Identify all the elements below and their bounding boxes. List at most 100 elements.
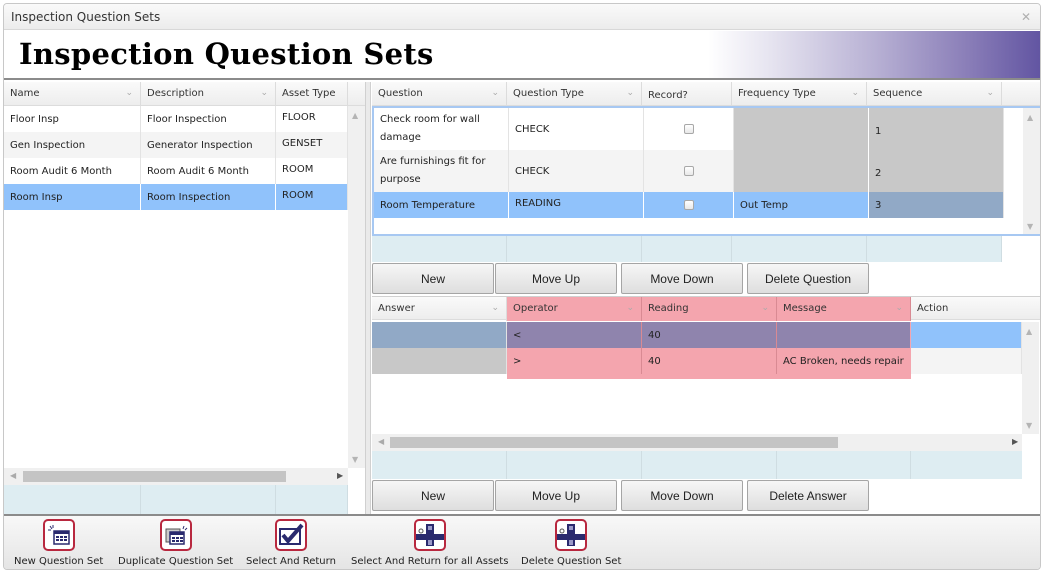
select-and-return-all-assets-label: Select And Return for all Assets: [351, 556, 509, 567]
delete-answer-button[interactable]: Delete Answer: [747, 480, 869, 511]
table-row[interactable]: Are furnishings fit for purpose CHECK 2: [374, 150, 1004, 192]
delete-question-set-button[interactable]: Delete Question Set: [521, 519, 621, 567]
scrollbar-thumb[interactable]: [23, 471, 286, 482]
footer-cell: [372, 451, 507, 479]
record-checkbox[interactable]: [683, 124, 694, 134]
cell-description: Room Inspection: [141, 184, 276, 210]
column-label: Name: [10, 88, 40, 99]
column-header-frequency-type[interactable]: Frequency Type ⌄: [732, 82, 867, 106]
column-header-question[interactable]: Question ⌄: [372, 82, 507, 106]
table-row-selected[interactable]: Room Temperature READING Out Temp 3: [374, 192, 1004, 218]
scroll-left-icon[interactable]: ◀: [378, 437, 384, 446]
column-header-action[interactable]: Action: [911, 297, 1040, 321]
scroll-up-icon[interactable]: ▲: [352, 111, 358, 120]
scroll-up-icon[interactable]: ▲: [1026, 327, 1032, 336]
move-up-question-button[interactable]: Move Up: [495, 263, 617, 294]
window-title: Inspection Question Sets: [11, 10, 161, 24]
cell-sequence: 2: [869, 150, 1004, 192]
banner: Inspection Question Sets: [4, 31, 1040, 80]
table-row[interactable]: > 40 AC Broken, needs repair: [372, 348, 1022, 374]
chevron-down-icon[interactable]: ⌄: [260, 88, 268, 98]
column-label: Asset Type: [282, 88, 336, 99]
select-and-return-button[interactable]: Select And Return: [246, 519, 336, 567]
cell-message: [777, 322, 911, 348]
chevron-down-icon[interactable]: ⌄: [895, 303, 903, 313]
pipe-fitting-icon: [555, 519, 588, 551]
chevron-down-icon[interactable]: ⌄: [125, 88, 133, 98]
new-answer-button[interactable]: New: [372, 480, 494, 511]
chevron-down-icon[interactable]: ⌄: [626, 303, 634, 313]
column-header-question-type[interactable]: Question Type ⌄: [507, 82, 642, 106]
move-down-question-button[interactable]: Move Down: [621, 263, 743, 294]
cell-asset-type: ROOM: [276, 184, 348, 210]
horizontal-scrollbar[interactable]: ◀ ▶: [372, 434, 1022, 451]
footer-cell: [642, 451, 777, 479]
column-header-operator[interactable]: Operator ⌄: [507, 297, 642, 321]
scroll-down-icon[interactable]: ▼: [1026, 421, 1032, 430]
cell-reading: 40: [642, 322, 777, 348]
checkmark-icon: [274, 519, 307, 551]
record-checkbox[interactable]: [683, 200, 694, 210]
pane-splitter[interactable]: [365, 82, 371, 514]
grid-footer-row: [372, 236, 1002, 262]
highlight-band: [507, 374, 911, 379]
column-header-description[interactable]: Description ⌄: [141, 82, 276, 106]
column-header-record[interactable]: Record?: [642, 82, 732, 106]
bottom-toolbar: New Question Set Duplicate Question Set …: [4, 514, 1040, 569]
new-question-set-button[interactable]: New Question Set: [14, 519, 103, 567]
column-label: Record?: [648, 90, 688, 101]
footer-cell: [507, 236, 642, 262]
table-row[interactable]: Floor Insp Floor Inspection FLOOR: [4, 106, 348, 132]
column-header-sequence[interactable]: Sequence ⌄: [867, 82, 1002, 106]
scrollbar-thumb[interactable]: [390, 437, 838, 448]
column-header-asset-type[interactable]: Asset Type: [276, 82, 348, 106]
column-header-answer[interactable]: Answer ⌄: [372, 297, 507, 321]
chevron-down-icon[interactable]: ⌄: [491, 88, 499, 98]
chevron-down-icon[interactable]: ⌄: [626, 88, 634, 98]
cell-answer: [372, 348, 507, 374]
scroll-down-icon[interactable]: ▼: [1027, 222, 1033, 231]
move-up-answer-button[interactable]: Move Up: [495, 480, 617, 511]
cell-operator: <: [507, 322, 642, 348]
column-header-message[interactable]: Message ⌄: [777, 297, 911, 321]
cell-record: [644, 108, 734, 150]
duplicate-question-set-button[interactable]: Duplicate Question Set: [118, 519, 233, 567]
cell-question-type: CHECK: [509, 150, 644, 192]
table-row[interactable]: Room Audit 6 Month Room Audit 6 Month RO…: [4, 158, 348, 184]
vertical-scrollbar[interactable]: ▲ ▼: [348, 106, 365, 468]
record-checkbox[interactable]: [683, 166, 694, 176]
column-header-reading[interactable]: Reading ⌄: [642, 297, 777, 321]
delete-question-button[interactable]: Delete Question: [747, 263, 869, 294]
vertical-scrollbar[interactable]: ▲ ▼: [1022, 322, 1039, 434]
scroll-down-icon[interactable]: ▼: [352, 455, 358, 464]
scroll-left-icon[interactable]: ◀: [10, 471, 16, 480]
questions-header: Question ⌄ Question Type ⌄ Record? Frequen…: [372, 82, 1040, 106]
chevron-down-icon[interactable]: ⌄: [986, 88, 994, 98]
table-row[interactable]: Gen Inspection Generator Inspection GENS…: [4, 132, 348, 158]
questions-body: Check room for wall damage CHECK 1 Are f…: [372, 106, 1040, 236]
new-grid-icon: [42, 519, 75, 551]
select-and-return-all-assets-button[interactable]: Select And Return for all Assets: [351, 519, 508, 567]
table-row-selected[interactable]: Room Insp Room Inspection ROOM: [4, 184, 348, 210]
move-down-answer-button[interactable]: Move Down: [621, 480, 743, 511]
cell-action: [911, 322, 1022, 348]
scroll-up-icon[interactable]: ▲: [1027, 113, 1033, 122]
cell-record: [644, 192, 734, 218]
horizontal-scrollbar[interactable]: ◀ ▶: [4, 468, 348, 485]
chevron-down-icon[interactable]: ⌄: [761, 303, 769, 313]
column-label: Sequence: [873, 88, 923, 99]
chevron-down-icon[interactable]: ⌄: [491, 303, 499, 313]
vertical-scrollbar[interactable]: ▲ ▼: [1023, 108, 1040, 234]
title-bar: Inspection Question Sets ✕: [4, 4, 1040, 30]
scroll-right-icon[interactable]: ▶: [337, 471, 343, 480]
new-question-button[interactable]: New: [372, 263, 494, 294]
table-row-selected[interactable]: < 40: [372, 322, 1022, 348]
footer-cell: [4, 485, 141, 514]
close-icon[interactable]: ✕: [1021, 10, 1031, 24]
chevron-down-icon[interactable]: ⌄: [851, 88, 859, 98]
column-header-name[interactable]: Name ⌄: [4, 82, 141, 106]
scroll-right-icon[interactable]: ▶: [1012, 437, 1018, 446]
cell-description: Floor Inspection: [141, 106, 276, 132]
grid-footer-row: [4, 485, 348, 514]
table-row[interactable]: Check room for wall damage CHECK 1: [374, 108, 1004, 150]
